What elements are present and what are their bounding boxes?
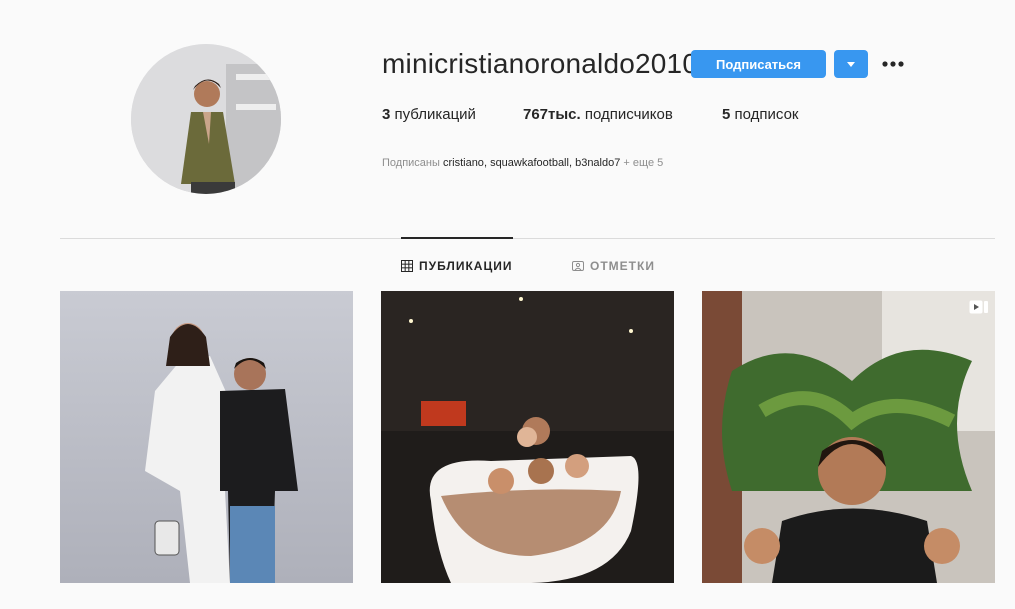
- profile-avatar[interactable]: [131, 44, 281, 194]
- posts-count-stat: 3 публикаций: [382, 106, 476, 123]
- grid-icon: [401, 260, 413, 272]
- followers-stat[interactable]: 767тыс. подписчиков: [523, 106, 673, 123]
- post-thumbnail[interactable]: [702, 291, 995, 583]
- post-thumbnail[interactable]: [60, 291, 353, 583]
- post-thumbnail[interactable]: [381, 291, 674, 583]
- followers-count: 767тыс.: [523, 106, 581, 123]
- posts-count: 3: [382, 106, 391, 123]
- suggestions-dropdown-button[interactable]: [834, 50, 868, 78]
- followed-by-account[interactable]: b3naldo7: [575, 157, 620, 169]
- following-label: подписок: [734, 106, 799, 123]
- more-options-button[interactable]: [880, 52, 908, 76]
- tab-tagged-label: ОТМЕТКИ: [590, 259, 655, 273]
- followers-label: подписчиков: [584, 106, 673, 123]
- follow-button[interactable]: Подписаться: [691, 50, 826, 78]
- tag-person-icon: [572, 261, 584, 271]
- posts-label: публикаций: [394, 106, 476, 123]
- profile-username: minicristianoronaldo2010: [382, 48, 699, 79]
- followed-by-more[interactable]: + еще 5: [623, 157, 663, 169]
- followed-by-account[interactable]: cristiano: [443, 157, 484, 169]
- following-count: 5: [722, 106, 731, 123]
- active-tab-indicator: [401, 237, 513, 239]
- tabs-divider: [60, 238, 995, 239]
- tab-posts-label: ПУБЛИКАЦИИ: [419, 259, 513, 273]
- followed-by-prefix: Подписаны: [382, 157, 440, 169]
- more-horizontal-icon: [882, 61, 904, 67]
- tab-posts[interactable]: ПУБЛИКАЦИИ: [401, 259, 512, 273]
- tab-tagged[interactable]: ОТМЕТКИ: [572, 259, 655, 273]
- chevron-down-icon: [847, 62, 855, 67]
- followed-by-account[interactable]: squawkafootball: [490, 157, 569, 169]
- video-icon: [969, 300, 988, 314]
- followed-by-text[interactable]: Подписаны cristiano, squawkafootball, b3…: [382, 157, 663, 169]
- following-stat[interactable]: 5 подписок: [722, 106, 798, 123]
